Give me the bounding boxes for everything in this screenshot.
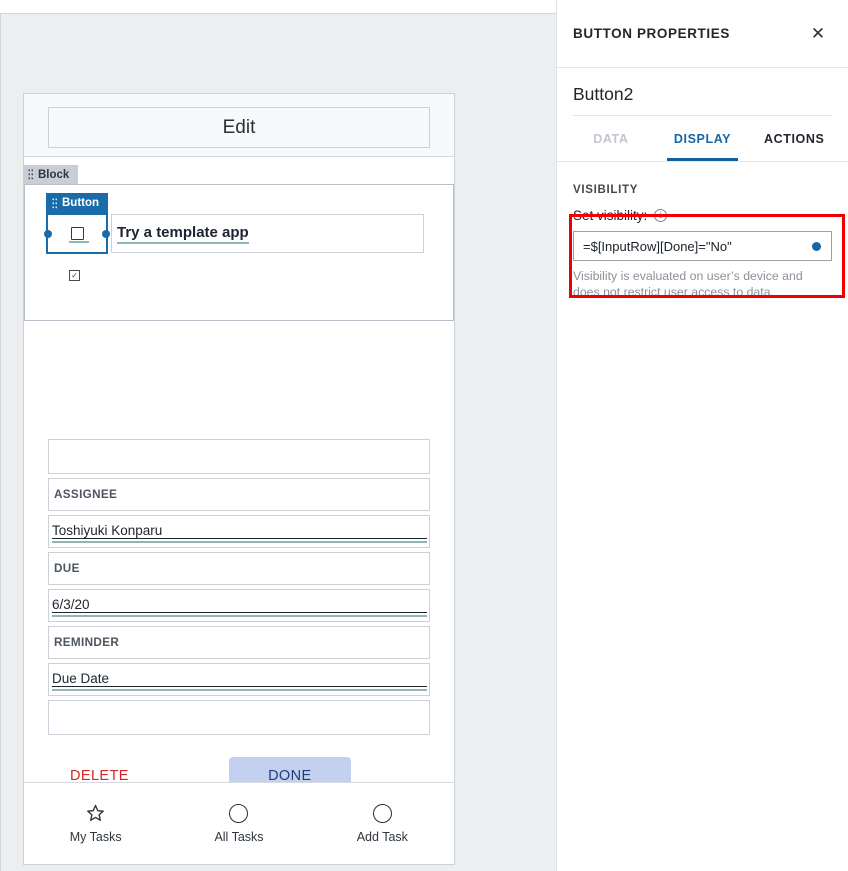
set-visibility-label-row: Set visibility: i	[573, 208, 832, 223]
panel-tabs: DATA DISPLAY ACTIONS	[557, 116, 848, 162]
field-label-text: ASSIGNEE	[54, 488, 118, 501]
field-value-text: 6/3/20	[52, 597, 90, 612]
nav-item-all-tasks[interactable]: All Tasks	[167, 803, 310, 844]
button-label-text: Try a template app	[117, 224, 249, 244]
drag-handle-icon[interactable]	[52, 197, 57, 209]
nav-label: My Tasks	[69, 830, 122, 844]
field-label-text: DUE	[54, 562, 80, 575]
field-value-text: Toshiyuki Konparu	[52, 523, 163, 538]
resize-handle-left[interactable]	[44, 229, 52, 238]
nav-label: Add Task	[356, 830, 408, 844]
tab-data[interactable]: DATA	[565, 116, 657, 161]
value-accent-rule	[52, 689, 427, 691]
visibility-help-text: Visibility is evaluated on user’s device…	[573, 269, 803, 299]
visibility-formula-value: =$[InputRow][Done]="No"	[583, 238, 732, 254]
panel-title: BUTTON PROPERTIES	[573, 26, 730, 41]
visibility-formula-input[interactable]: =$[InputRow][Done]="No"	[573, 231, 832, 261]
value-wrapper: 6/3/20	[49, 590, 429, 621]
square-outline-icon	[70, 227, 84, 240]
form-field-value-due[interactable]: 6/3/20	[48, 589, 430, 622]
star-outline-icon	[85, 803, 106, 823]
visibility-group: Set visibility: i =$[InputRow][Done]="No…	[557, 196, 848, 300]
tab-label: DATA	[593, 131, 629, 146]
tab-label: ACTIONS	[763, 131, 825, 146]
bottom-navigation: My Tasks All Tasks Add Task	[24, 782, 454, 864]
element-name-row[interactable]: Button2	[573, 68, 832, 116]
drag-handle-icon[interactable]	[28, 169, 33, 180]
screen-title-box[interactable]: Edit	[48, 107, 430, 148]
panel-header: BUTTON PROPERTIES ✕	[557, 0, 848, 68]
tab-actions[interactable]: ACTIONS	[748, 116, 840, 161]
form-field-value-assignee[interactable]: Toshiyuki Konparu	[48, 515, 430, 548]
checkbox-checked-icon: ✓	[69, 270, 83, 281]
form-field-label-assignee[interactable]: ASSIGNEE	[48, 478, 430, 511]
circle-outline-icon	[229, 803, 249, 823]
block-tag-label: Block	[38, 168, 70, 181]
form-field-label-due[interactable]: DUE	[48, 552, 430, 585]
selected-button-widget[interactable]	[44, 213, 110, 254]
app-preview-canvas: Edit ASSIGNEE Toshiyuki Konparu DUE 6/3/…	[0, 13, 556, 871]
form-fields-area: ASSIGNEE Toshiyuki Konparu DUE 6/3/20 RE…	[24, 401, 454, 795]
field-label-text: REMINDER	[54, 636, 120, 649]
blue-dot-icon[interactable]	[812, 241, 821, 251]
form-field-blank-top[interactable]	[48, 439, 430, 474]
field-value-text: Due Date	[52, 671, 110, 686]
button-properties-panel: BUTTON PROPERTIES ✕ Button2 DATA DISPLAY…	[556, 0, 848, 871]
value-wrapper: Due Date	[49, 664, 429, 695]
app-root: Edit ASSIGNEE Toshiyuki Konparu DUE 6/3/…	[0, 0, 848, 871]
tab-label: DISPLAY	[673, 131, 732, 146]
resize-handle-right[interactable]	[102, 229, 110, 238]
circle-outline-icon	[372, 803, 392, 823]
button-tag[interactable]: Button	[46, 193, 109, 213]
value-accent-rule	[52, 541, 427, 543]
form-field-blank-bottom[interactable]	[48, 700, 430, 735]
widget-accent-rule	[69, 241, 89, 243]
screen-header: Edit	[24, 94, 454, 157]
element-name: Button2	[573, 84, 634, 104]
nav-label: All Tasks	[214, 830, 264, 844]
section-label-visibility: VISIBILITY	[573, 184, 639, 196]
button-label-box[interactable]: Try a template app	[111, 214, 424, 253]
value-wrapper: Toshiyuki Konparu	[49, 516, 429, 547]
value-rule	[52, 612, 427, 613]
nav-item-add-task[interactable]: Add Task	[311, 803, 454, 844]
form-field-value-reminder[interactable]: Due Date	[48, 663, 430, 696]
value-accent-rule	[52, 615, 427, 617]
block-tag[interactable]: Block	[23, 165, 79, 184]
tab-display[interactable]: DISPLAY	[657, 116, 749, 161]
info-icon[interactable]: i	[654, 209, 668, 222]
button-tag-label: Button	[62, 197, 100, 209]
form-field-label-reminder[interactable]: REMINDER	[48, 626, 430, 659]
set-visibility-label: Set visibility:	[573, 208, 648, 223]
close-icon[interactable]: ✕	[806, 22, 830, 46]
page-title: Edit	[222, 116, 256, 138]
nav-item-my-tasks[interactable]: My Tasks	[24, 803, 167, 844]
